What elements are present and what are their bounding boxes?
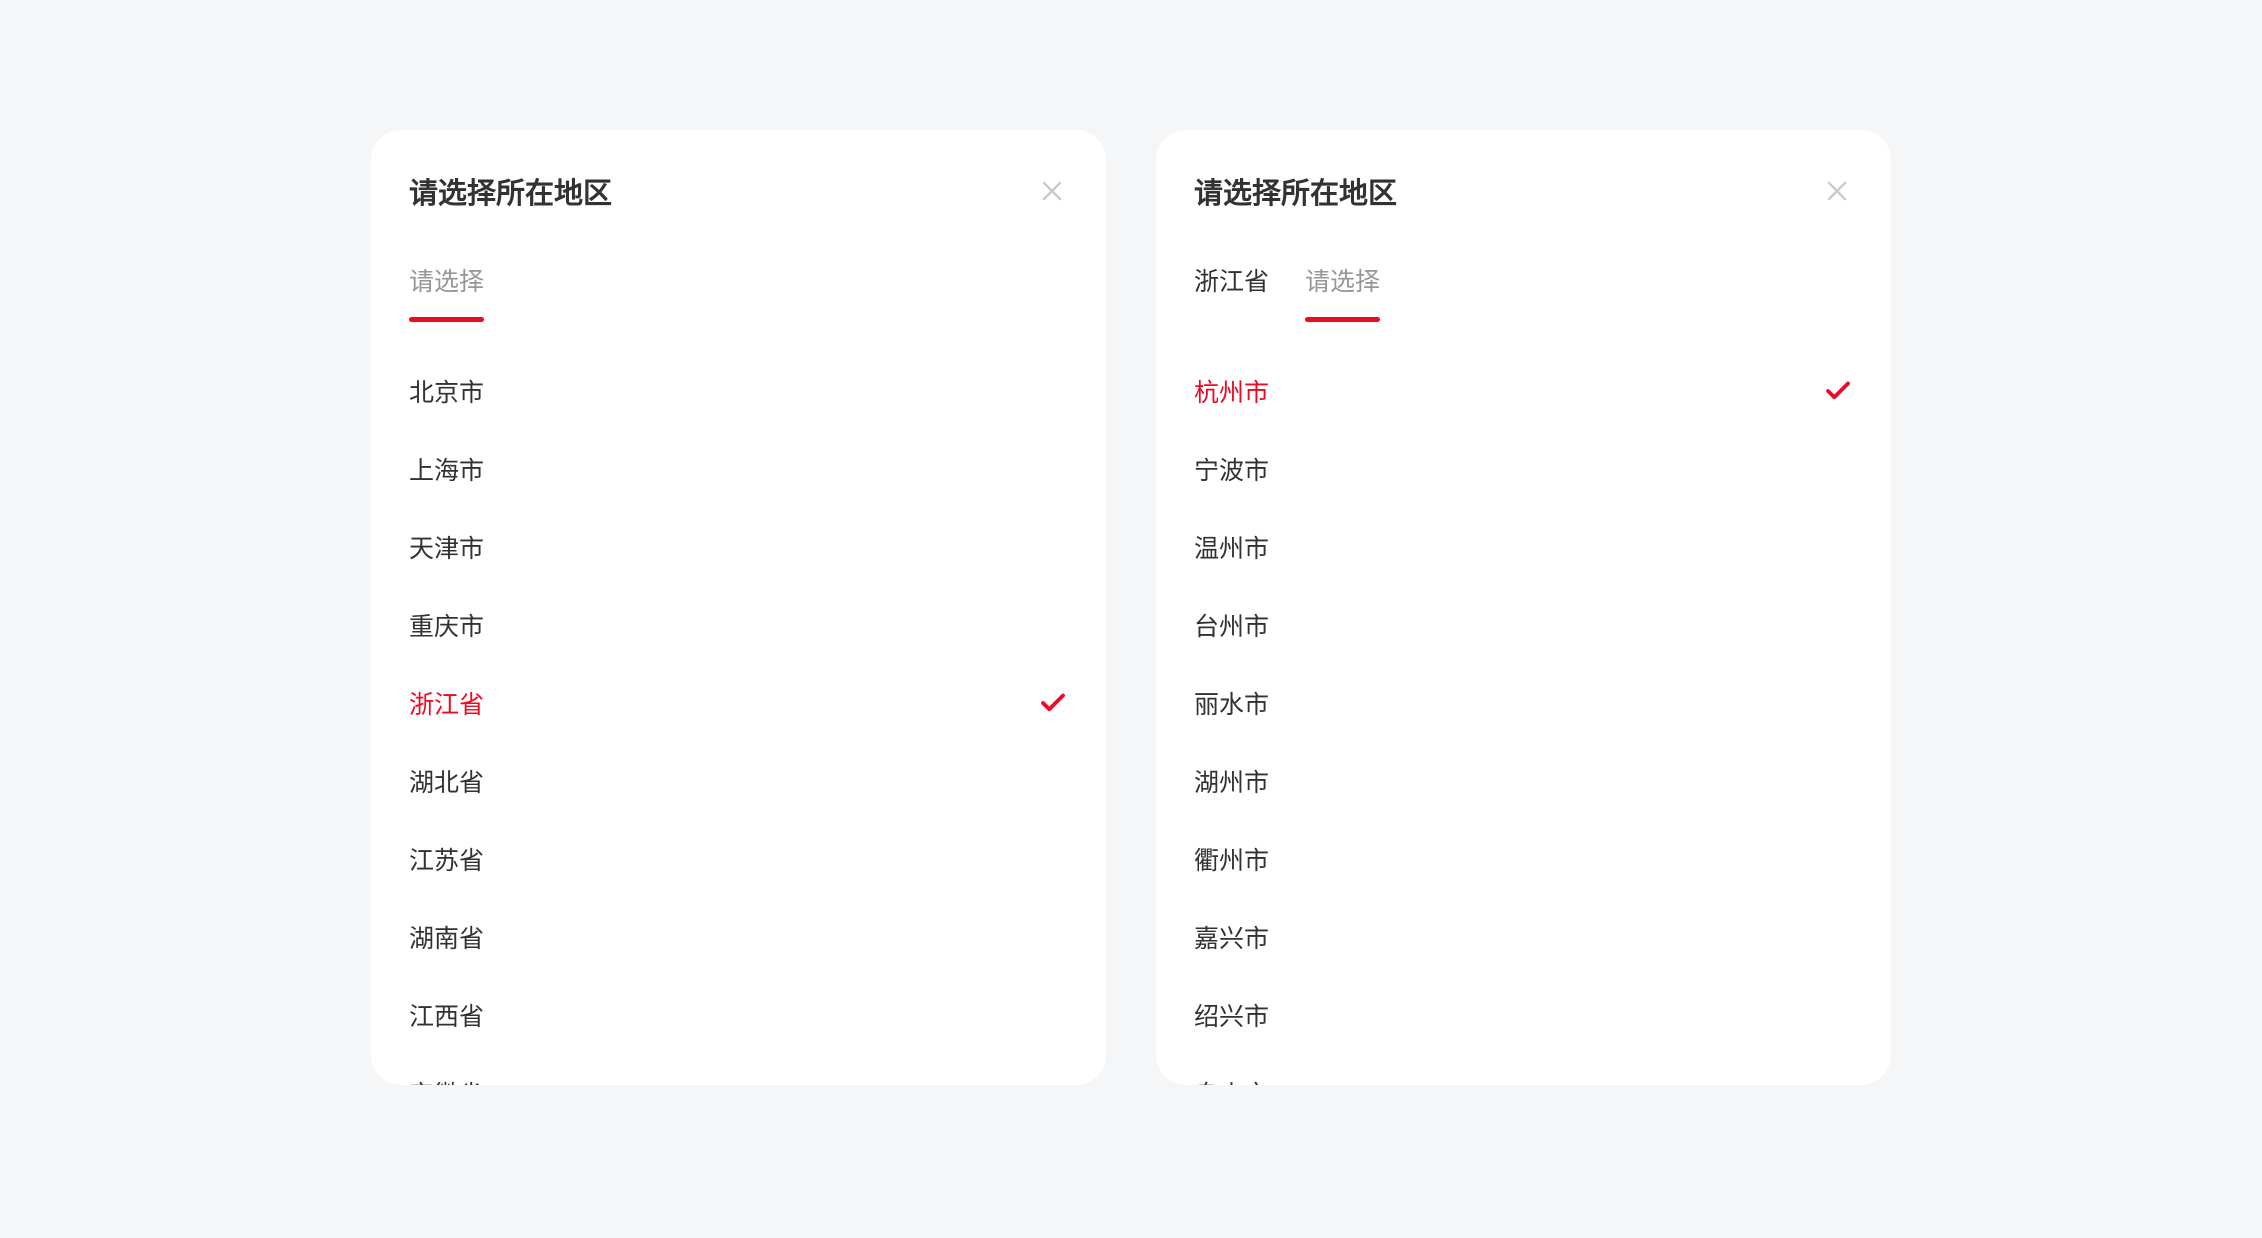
option-label: 湖南省: [409, 919, 484, 955]
option-label: 台州市: [1194, 607, 1269, 643]
option-item[interactable]: 杭州市: [1194, 352, 1853, 430]
region-picker-panel-province: 请选择所在地区 请选择 北京市 上海市 天津市: [371, 130, 1106, 1085]
option-item[interactable]: 北京市: [409, 352, 1068, 430]
option-item[interactable]: 浙江省: [409, 664, 1068, 742]
option-label: 北京市: [409, 373, 484, 409]
option-item[interactable]: 湖南省: [409, 898, 1068, 976]
option-item[interactable]: 江苏省: [409, 820, 1068, 898]
option-item[interactable]: 宁波市: [1194, 430, 1853, 508]
option-item[interactable]: 湖北省: [409, 742, 1068, 820]
option-label: 重庆市: [409, 607, 484, 643]
option-item[interactable]: 湖州市: [1194, 742, 1853, 820]
option-item[interactable]: 衢州市: [1194, 820, 1853, 898]
tabs-row: 浙江省 请选择: [1194, 232, 1853, 344]
option-label: 丽水市: [1194, 685, 1269, 721]
option-label: 嘉兴市: [1194, 919, 1269, 955]
option-item[interactable]: 嘉兴市: [1194, 898, 1853, 976]
check-icon: [1823, 376, 1853, 406]
close-icon[interactable]: [1821, 175, 1853, 207]
option-label: 衢州市: [1194, 841, 1269, 877]
option-label: 绍兴市: [1194, 997, 1269, 1033]
option-label: 上海市: [409, 451, 484, 487]
option-item[interactable]: 舟山市: [1194, 1054, 1853, 1085]
option-label: 浙江省: [409, 685, 484, 721]
tab-please-select[interactable]: 请选择: [1305, 262, 1380, 322]
check-icon: [1038, 688, 1068, 718]
option-label: 舟山市: [1194, 1075, 1269, 1085]
option-item[interactable]: 安徽省: [409, 1054, 1068, 1085]
option-item[interactable]: 上海市: [409, 430, 1068, 508]
option-item[interactable]: 丽水市: [1194, 664, 1853, 742]
close-icon[interactable]: [1036, 175, 1068, 207]
option-label: 湖北省: [409, 763, 484, 799]
city-option-list: 杭州市 宁波市 温州市 台州市 丽水市: [1194, 352, 1853, 1085]
tabs-row: 请选择: [409, 232, 1068, 344]
option-item[interactable]: 天津市: [409, 508, 1068, 586]
option-item[interactable]: 江西省: [409, 976, 1068, 1054]
option-item[interactable]: 绍兴市: [1194, 976, 1853, 1054]
panel-title: 请选择所在地区: [1194, 170, 1397, 212]
panel-title: 请选择所在地区: [409, 170, 612, 212]
option-item[interactable]: 台州市: [1194, 586, 1853, 664]
option-item[interactable]: 重庆市: [409, 586, 1068, 664]
option-label: 安徽省: [409, 1075, 484, 1085]
tab-province-selected[interactable]: 浙江省: [1194, 262, 1269, 322]
option-label: 江西省: [409, 997, 484, 1033]
option-label: 天津市: [409, 529, 484, 565]
region-picker-panel-city: 请选择所在地区 浙江省 请选择 杭州市 宁波市 温州市: [1156, 130, 1891, 1085]
panel-header: 请选择所在地区: [409, 130, 1068, 232]
option-label: 宁波市: [1194, 451, 1269, 487]
panel-header: 请选择所在地区: [1194, 130, 1853, 232]
option-item[interactable]: 温州市: [1194, 508, 1853, 586]
province-option-list: 北京市 上海市 天津市 重庆市 浙江省: [409, 352, 1068, 1085]
option-label: 湖州市: [1194, 763, 1269, 799]
option-label: 杭州市: [1194, 373, 1269, 409]
option-label: 温州市: [1194, 529, 1269, 565]
tab-please-select[interactable]: 请选择: [409, 262, 484, 322]
option-label: 江苏省: [409, 841, 484, 877]
